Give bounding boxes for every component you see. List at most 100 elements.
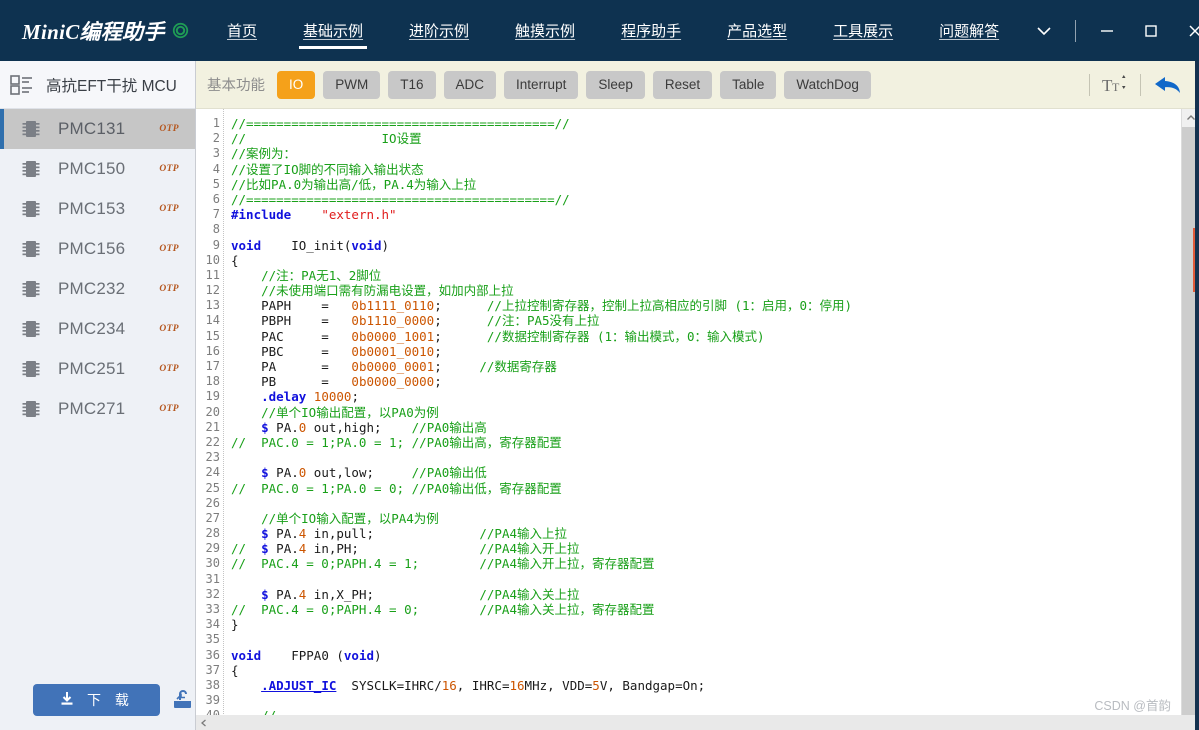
code-line: {	[231, 663, 1181, 678]
code-token: 0b1110_0000	[351, 313, 435, 329]
code-line: // PAC.0 = 1;PA.0 = 1; //PA0输出高，寄存器配置	[231, 435, 1181, 450]
code-token: void	[231, 237, 262, 253]
chip-list-item-4[interactable]: PMC232 OTP	[0, 269, 195, 309]
code-content[interactable]: //======================================…	[224, 109, 1181, 730]
code-token: 0b1111_0110	[351, 298, 435, 314]
line-number: 39	[205, 693, 220, 708]
line-number: 31	[205, 571, 220, 586]
chip-name: PMC156	[58, 239, 126, 258]
nav-item-7[interactable]: 问题解答	[916, 0, 1022, 61]
nav-item-4[interactable]: 程序助手	[598, 0, 704, 61]
code-token: //单个IO输入配置，以PA4为例	[261, 510, 439, 526]
line-number: 5	[212, 176, 220, 191]
nav-item-1[interactable]: 基础示例	[280, 0, 386, 61]
toolbar-button-interrupt[interactable]: Interrupt	[504, 70, 579, 99]
code-token: //未使用端口需有防漏电设置，如加内部上拉	[261, 283, 514, 299]
code-scroll-region[interactable]: 1 2 3 4 5 6 7 8 9 10 11 12 13 14 15 16 17 18 19 20 21 22 23 24 2…	[196, 109, 1181, 730]
code-token: void	[231, 647, 262, 663]
nav-item-0[interactable]: 首页	[204, 0, 280, 61]
toolbar-button-reset[interactable]: Reset	[652, 70, 713, 99]
nav-item-5[interactable]: 产品选型	[704, 0, 810, 61]
code-token: , IHRC=	[456, 677, 510, 693]
chip-ic-icon	[22, 119, 40, 139]
line-number: 2	[212, 131, 220, 146]
code-token: ;	[434, 374, 442, 390]
chevron-down-icon[interactable]	[1022, 0, 1066, 61]
nav-item-3[interactable]: 触摸示例	[492, 0, 598, 61]
toolbar-button-watchdog[interactable]: WatchDog	[784, 70, 871, 99]
line-number: 38	[205, 677, 220, 692]
maximize-icon[interactable]	[1129, 0, 1173, 61]
undo-arrow-icon[interactable]	[1153, 73, 1183, 97]
horizontal-scrollbar[interactable]	[196, 715, 1199, 730]
nav-label: 触摸示例	[515, 23, 576, 40]
chip-list-item-5[interactable]: PMC234 OTP	[0, 309, 195, 349]
chip-list-item-0[interactable]: PMC131 OTP	[0, 109, 195, 149]
code-line: // PAC.4 = 0;PAPH.4 = 0; //PA4输入关上拉，寄存器配…	[231, 602, 1181, 617]
toolbar-right-group: T T	[1081, 73, 1199, 97]
line-number: 24	[205, 465, 220, 480]
font-size-icon[interactable]: T T	[1102, 74, 1128, 96]
chip-tag-otp: OTP	[159, 244, 179, 254]
download-button[interactable]: 下 载	[33, 684, 160, 716]
code-token: 16	[441, 677, 457, 693]
code-line: //单个IO输出配置，以PA0为例	[231, 405, 1181, 420]
chip-list-item-1[interactable]: PMC150 OTP	[0, 149, 195, 189]
code-token: ;	[434, 298, 487, 314]
code-token: ;	[434, 343, 442, 359]
nav-item-2[interactable]: 进阶示例	[386, 0, 492, 61]
code-token: $	[261, 465, 269, 481]
code-token: void	[351, 237, 382, 253]
code-line: PAC = 0b0000_1001; //数据控制寄存器 (1：输出模式，0：输…	[231, 329, 1181, 344]
minimize-icon[interactable]	[1085, 0, 1129, 61]
chip-tag-otp: OTP	[159, 404, 179, 414]
flash-programmer-icon[interactable]	[171, 688, 195, 712]
toolbar-button-table[interactable]: Table	[720, 70, 777, 99]
code-token: 0b0000_1001	[351, 328, 435, 344]
code-token: //PA0输出低	[411, 465, 487, 481]
close-icon[interactable]	[1173, 0, 1199, 61]
code-token: // IO设置	[231, 131, 422, 147]
toolbar-button-adc[interactable]: ADC	[443, 70, 497, 99]
window-controls	[1022, 0, 1199, 61]
line-number: 10	[205, 252, 220, 267]
code-token: PA.	[268, 541, 299, 557]
code-line: }	[231, 617, 1181, 632]
chip-list-item-2[interactable]: PMC153 OTP	[0, 189, 195, 229]
download-arrow-icon	[59, 691, 75, 710]
chip-name: PMC232	[58, 279, 126, 298]
toolbar-button-pwm[interactable]: PWM	[323, 70, 381, 99]
code-token: // PAC.0 = 1;PA.0 = 1; //PA0输出高，寄存器配置	[231, 434, 562, 450]
line-number: 6	[212, 191, 220, 206]
line-number: 1	[212, 116, 220, 130]
code-editor: 1 2 3 4 5 6 7 8 9 10 11 12 13 14 15 16 17 18 19 20 21 22 23 24 2…	[196, 109, 1199, 730]
chip-list-item-7[interactable]: PMC271 OTP	[0, 389, 195, 429]
window-right-edge	[1195, 61, 1199, 730]
chip-ic-icon	[22, 239, 40, 259]
sidebar: 高抗EFT干扰 MCU PMC131 OTP PMC150 OTP PMC153…	[0, 61, 196, 730]
line-number: 20	[205, 404, 220, 419]
code-token: PAPH =	[231, 298, 352, 314]
chip-list-item-3[interactable]: PMC156 OTP	[0, 229, 195, 269]
toolbar-button-sleep[interactable]: Sleep	[586, 70, 645, 99]
chip-ic-icon	[22, 319, 40, 339]
chip-name: PMC271	[58, 399, 126, 418]
code-line: //======================================…	[231, 192, 1181, 207]
code-token: PA.	[268, 465, 299, 481]
toolbar-button-t16[interactable]: T16	[388, 70, 436, 99]
code-token: out,low;	[306, 465, 412, 481]
line-number: 27	[205, 510, 220, 525]
line-number: 9	[212, 237, 220, 252]
toolbar-button-io[interactable]: IO	[277, 70, 316, 99]
chip-ic-icon	[22, 359, 40, 379]
code-token: //======================================…	[231, 191, 570, 207]
chevron-left-icon[interactable]	[196, 715, 211, 730]
nav-item-6[interactable]: 工具展示	[810, 0, 916, 61]
chip-list-item-6[interactable]: PMC251 OTP	[0, 349, 195, 389]
line-number: 26	[205, 495, 220, 510]
